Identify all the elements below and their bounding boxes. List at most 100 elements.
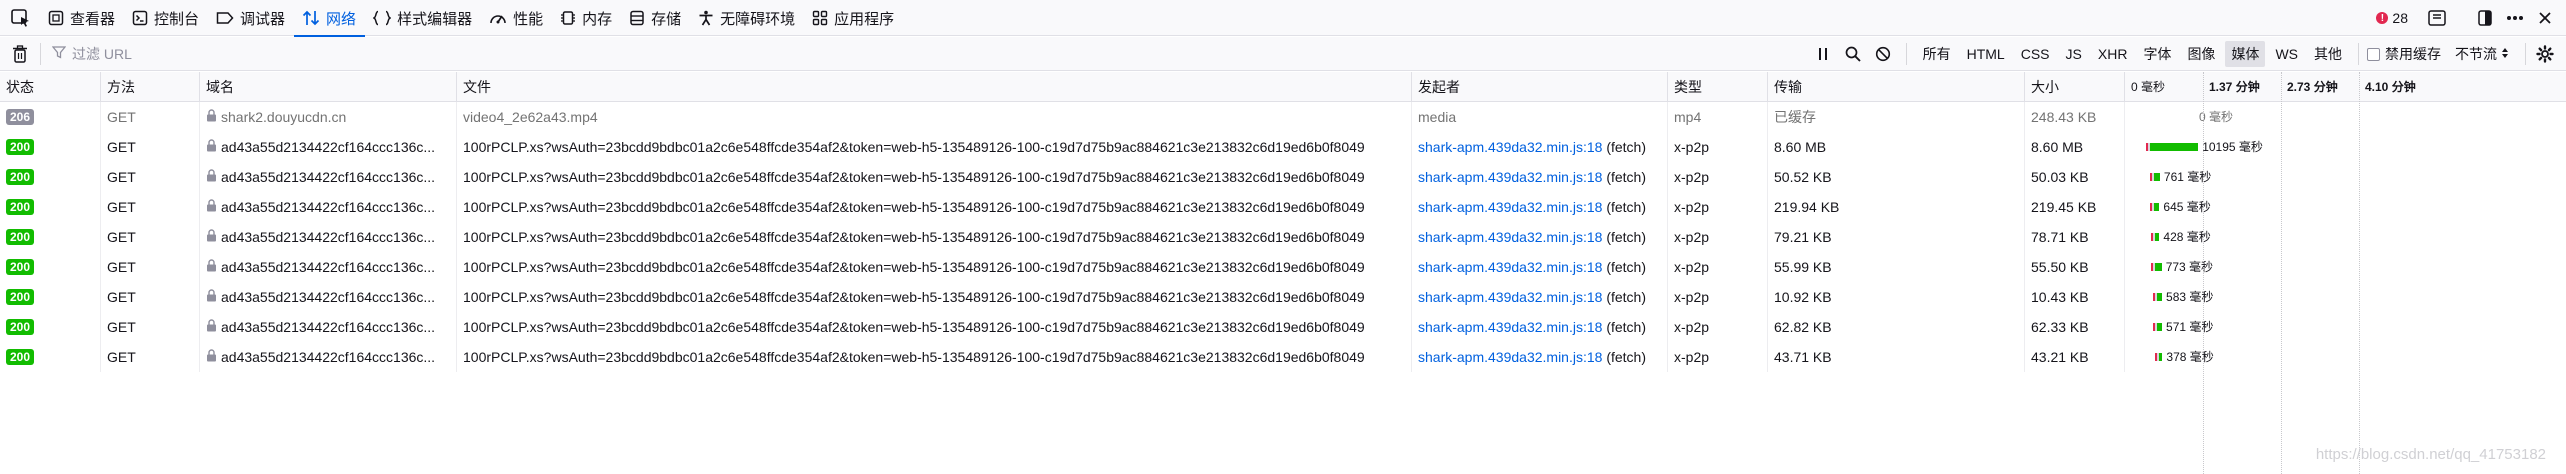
- file-text: video4_2e62a43.mp4: [463, 109, 598, 125]
- cell-initiator: shark-apm.439da32.min.js:18 (fetch): [1412, 132, 1668, 162]
- column-header-method[interactable]: 方法: [101, 72, 200, 102]
- cell-size: 62.33 KB: [2025, 312, 2125, 342]
- cell-initiator: shark-apm.439da32.min.js:18 (fetch): [1412, 252, 1668, 282]
- cell-file: 100rPCLP.xs?wsAuth=23bcdd9bdbc01a2c6e548…: [457, 282, 1412, 312]
- lock-icon: [206, 102, 217, 132]
- tab-storage[interactable]: 存储: [621, 0, 690, 36]
- table-row[interactable]: 200 GET ad43a55d2134422cf164ccc136c... 100r…: [0, 282, 2566, 312]
- block-requests-icon[interactable]: [1868, 39, 1898, 69]
- initiator-link[interactable]: shark-apm.439da32.min.js:18: [1418, 259, 1602, 275]
- initiator-link[interactable]: shark-apm.439da32.min.js:18: [1418, 169, 1602, 185]
- cell-initiator: shark-apm.439da32.min.js:18 (fetch): [1412, 192, 1668, 222]
- tab-network[interactable]: 网络: [294, 0, 366, 37]
- filter-type-button[interactable]: 所有: [1917, 41, 1957, 67]
- tab-performance[interactable]: 性能: [481, 0, 552, 36]
- size-text: 248.43 KB: [2031, 109, 2097, 125]
- table-row[interactable]: 200 GET ad43a55d2134422cf164ccc136c... 100r…: [0, 252, 2566, 282]
- cell-initiator: media: [1412, 102, 1668, 132]
- cell-file: 100rPCLP.xs?wsAuth=23bcdd9bdbc01a2c6e548…: [457, 252, 1412, 282]
- cell-type: x-p2p: [1668, 342, 1768, 372]
- column-header-waterfall[interactable]: 0 毫秒 1.37 分钟 2.73 分钟 4.10 分钟: [2125, 72, 2566, 102]
- split-console-icon[interactable]: [2422, 3, 2452, 33]
- tab-inspector[interactable]: 查看器: [40, 0, 124, 36]
- filter-type-button[interactable]: WS: [2269, 43, 2304, 65]
- waterfall-tick-label: 0 毫秒: [2131, 80, 2166, 94]
- tab-label: 性能: [513, 10, 544, 28]
- tab-accessibility[interactable]: 无障碍环境: [690, 0, 804, 36]
- error-count-badge[interactable]: ! 28: [2376, 10, 2408, 26]
- close-icon[interactable]: [2530, 3, 2560, 33]
- waterfall-cell: 761 毫秒: [2125, 162, 2566, 192]
- element-picker-icon[interactable]: [10, 8, 32, 28]
- pause-icon[interactable]: [1808, 39, 1838, 69]
- filter-type-button[interactable]: JS: [2060, 43, 2088, 65]
- tab-memory[interactable]: 内存: [552, 0, 621, 36]
- initiator-link[interactable]: shark-apm.439da32.min.js:18: [1418, 349, 1602, 365]
- tab-label: 内存: [582, 10, 613, 28]
- table-row[interactable]: 200 GET ad43a55d2134422cf164ccc136c... 100r…: [0, 162, 2566, 192]
- tab-console[interactable]: 控制台: [124, 0, 208, 36]
- search-icon[interactable]: [1838, 39, 1868, 69]
- waterfall-bar-receive: [2155, 233, 2160, 241]
- cell-status: 206: [0, 102, 101, 132]
- filter-type-button[interactable]: HTML: [1961, 43, 2011, 65]
- size-text: 78.71 KB: [2031, 229, 2089, 245]
- accessibility-icon: [698, 10, 720, 26]
- toolbar-divider: [2358, 43, 2359, 65]
- tab-application[interactable]: 应用程序: [804, 0, 903, 36]
- initiator-type: (fetch): [1602, 169, 1647, 185]
- column-header-file[interactable]: 文件: [457, 72, 1412, 102]
- size-text: 219.45 KB: [2031, 199, 2097, 215]
- table-row[interactable]: 200 GET ad43a55d2134422cf164ccc136c... 100r…: [0, 312, 2566, 342]
- clear-requests-icon[interactable]: [12, 45, 28, 66]
- filter-type-button[interactable]: 媒体: [2225, 41, 2266, 67]
- tab-label: 无障碍环境: [720, 10, 796, 28]
- filter-type-button[interactable]: 字体: [2137, 41, 2177, 67]
- cell-status: 200: [0, 282, 101, 312]
- initiator-link[interactable]: shark-apm.439da32.min.js:18: [1418, 289, 1602, 305]
- gear-icon[interactable]: [2530, 39, 2560, 69]
- checkbox-box[interactable]: [2367, 47, 2380, 61]
- filter-type-button[interactable]: 图像: [2181, 41, 2221, 67]
- size-text: 50.03 KB: [2031, 169, 2089, 185]
- initiator-link[interactable]: shark-apm.439da32.min.js:18: [1418, 319, 1602, 335]
- column-header-size[interactable]: 大小: [2025, 72, 2125, 102]
- disable-cache-checkbox[interactable]: 禁用缓存: [2367, 44, 2441, 64]
- tab-debugger[interactable]: 调试器: [208, 0, 294, 36]
- cell-type: x-p2p: [1668, 312, 1768, 342]
- more-options-icon[interactable]: [2500, 3, 2530, 33]
- filter-type-button[interactable]: XHR: [2092, 43, 2134, 65]
- size-text: 8.60 MB: [2031, 139, 2084, 155]
- table-row[interactable]: 200 GET ad43a55d2134422cf164ccc136c... 100r…: [0, 222, 2566, 252]
- column-header-initiator[interactable]: 发起者: [1412, 72, 1668, 102]
- lock-icon: [206, 252, 217, 282]
- tab-label: 查看器: [70, 10, 116, 28]
- column-header-type[interactable]: 类型: [1668, 72, 1768, 102]
- filter-url-input[interactable]: [72, 45, 672, 62]
- table-row[interactable]: 200 GET ad43a55d2134422cf164ccc136c... 100r…: [0, 132, 2566, 162]
- table-row[interactable]: 200 GET ad43a55d2134422cf164ccc136c... 100r…: [0, 192, 2566, 222]
- cell-domain: ad43a55d2134422cf164ccc136c...: [200, 342, 457, 372]
- column-header-status[interactable]: 状态: [0, 72, 101, 102]
- throttling-select[interactable]: 不节流: [2455, 44, 2509, 64]
- initiator-link[interactable]: shark-apm.439da32.min.js:18: [1418, 199, 1602, 215]
- devtools-tab-bar: 查看器 控制台 调试器 网络 样式编辑器 性能 内存 存储 无障碍环境 应用程序 ! 28: [0, 0, 2566, 37]
- transferred-text: 8.60 MB: [1774, 139, 1827, 155]
- filter-type-button[interactable]: CSS: [2015, 43, 2056, 65]
- table-row[interactable]: 206 GET shark2.douyucdn.cn video4_2e62a43.m…: [0, 102, 2566, 132]
- lock-icon: [206, 132, 217, 162]
- table-row[interactable]: 200 GET ad43a55d2134422cf164ccc136c... 100r…: [0, 342, 2566, 372]
- dock-icon[interactable]: [2470, 3, 2500, 33]
- method-text: GET: [107, 169, 136, 185]
- column-header-transferred[interactable]: 传输: [1768, 72, 2025, 102]
- initiator-link[interactable]: shark-apm.439da32.min.js:18: [1418, 229, 1602, 245]
- filter-type-button[interactable]: 其他: [2308, 41, 2348, 67]
- cell-transferred: 10.92 KB: [1768, 282, 2025, 312]
- tab-styleeditor[interactable]: 样式编辑器: [365, 0, 481, 36]
- waterfall-cell: 773 毫秒: [2125, 252, 2566, 282]
- waterfall-gridline: [2203, 72, 2204, 474]
- application-icon: [812, 10, 834, 26]
- status-badge: 200: [6, 259, 35, 275]
- column-header-domain[interactable]: 域名: [200, 72, 457, 102]
- initiator-link[interactable]: shark-apm.439da32.min.js:18: [1418, 139, 1602, 155]
